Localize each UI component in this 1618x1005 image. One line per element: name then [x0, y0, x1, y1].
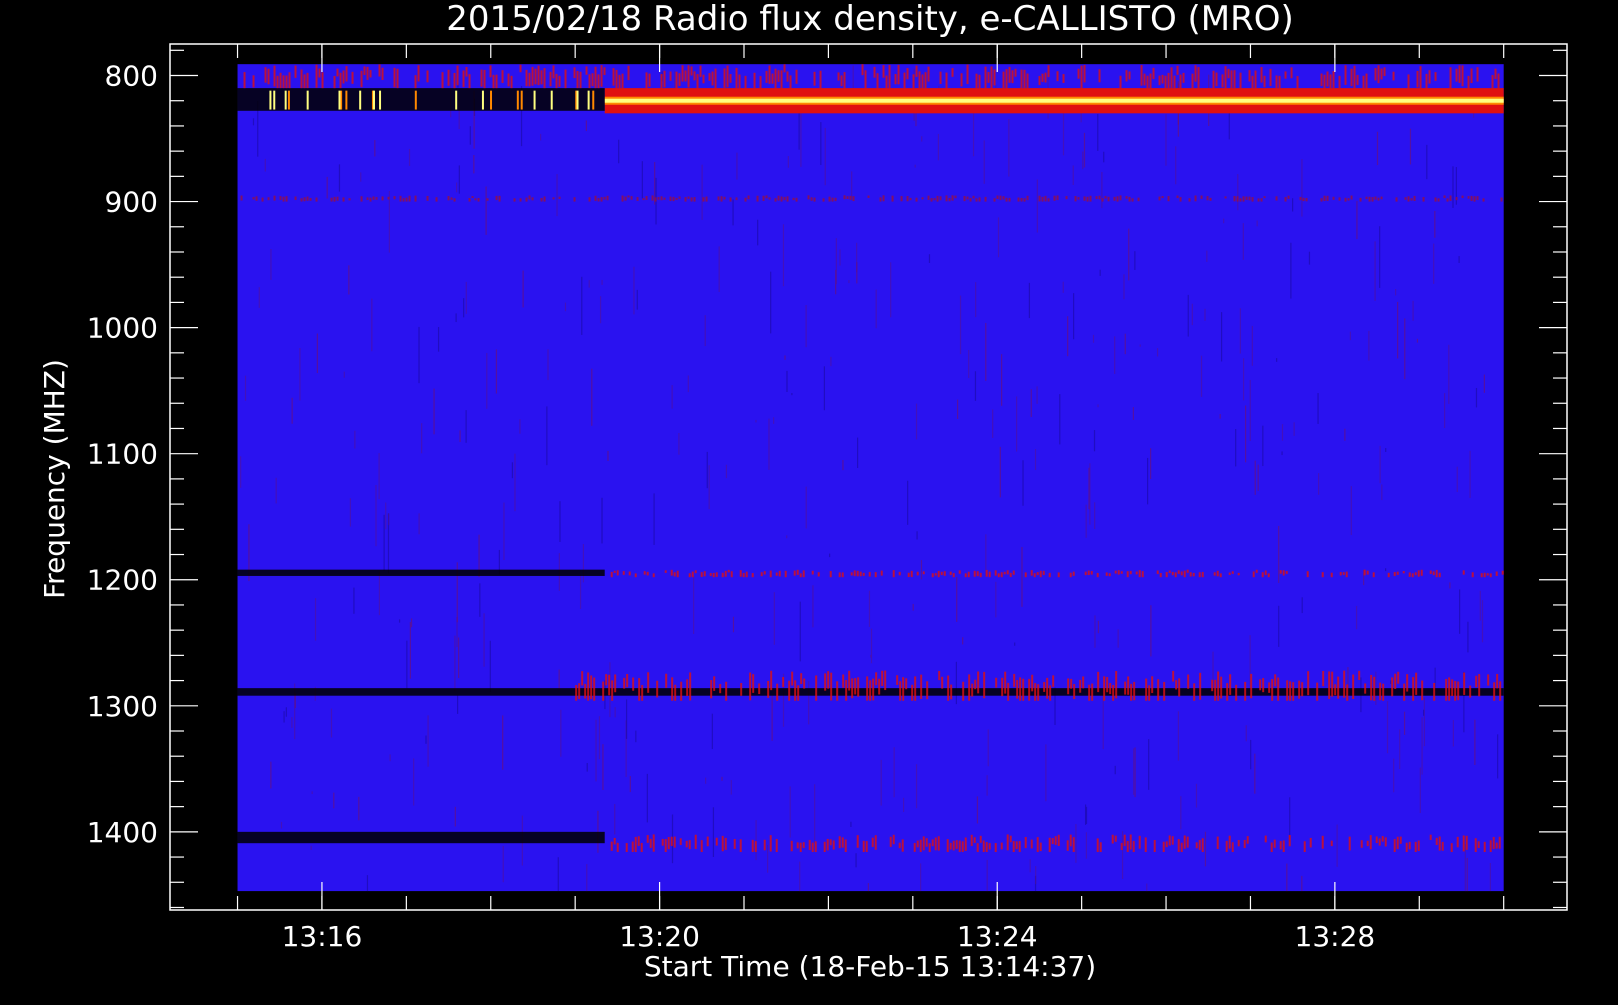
spectrogram-background [237, 64, 1504, 892]
band-dark-1195 [237, 569, 605, 576]
chart-svg: 2015/02/18 Radio flux density, e-CALLIST… [38, 0, 1568, 983]
x-tick-label: 13:20 [619, 920, 700, 953]
spectrogram-chart: 2015/02/18 Radio flux density, e-CALLIST… [0, 0, 1618, 1000]
x-tick-label: 13:16 [282, 920, 363, 953]
x-tick-label: 13:28 [1295, 920, 1376, 953]
y-tick-label: 900 [105, 186, 158, 219]
y-tick-label: 1000 [87, 312, 158, 345]
chart-title: 2015/02/18 Radio flux density, e-CALLIST… [446, 0, 1294, 39]
y-tick-label: 1400 [87, 816, 158, 849]
y-tick-label: 1100 [87, 438, 158, 471]
x-tick-label: 13:24 [957, 920, 1038, 953]
band-dark-1405 [237, 831, 605, 844]
plot-area [237, 64, 1504, 892]
y-tick-label: 800 [105, 60, 158, 93]
x-axis-label: Start Time (18-Feb-15 13:14:37) [644, 950, 1096, 983]
band-dark [237, 88, 605, 111]
y-tick-label: 1200 [87, 564, 158, 597]
y-tick-label: 1300 [87, 690, 158, 723]
band-strong [604, 88, 1504, 114]
y-axis-label: Frequency (MHZ) [38, 359, 71, 599]
